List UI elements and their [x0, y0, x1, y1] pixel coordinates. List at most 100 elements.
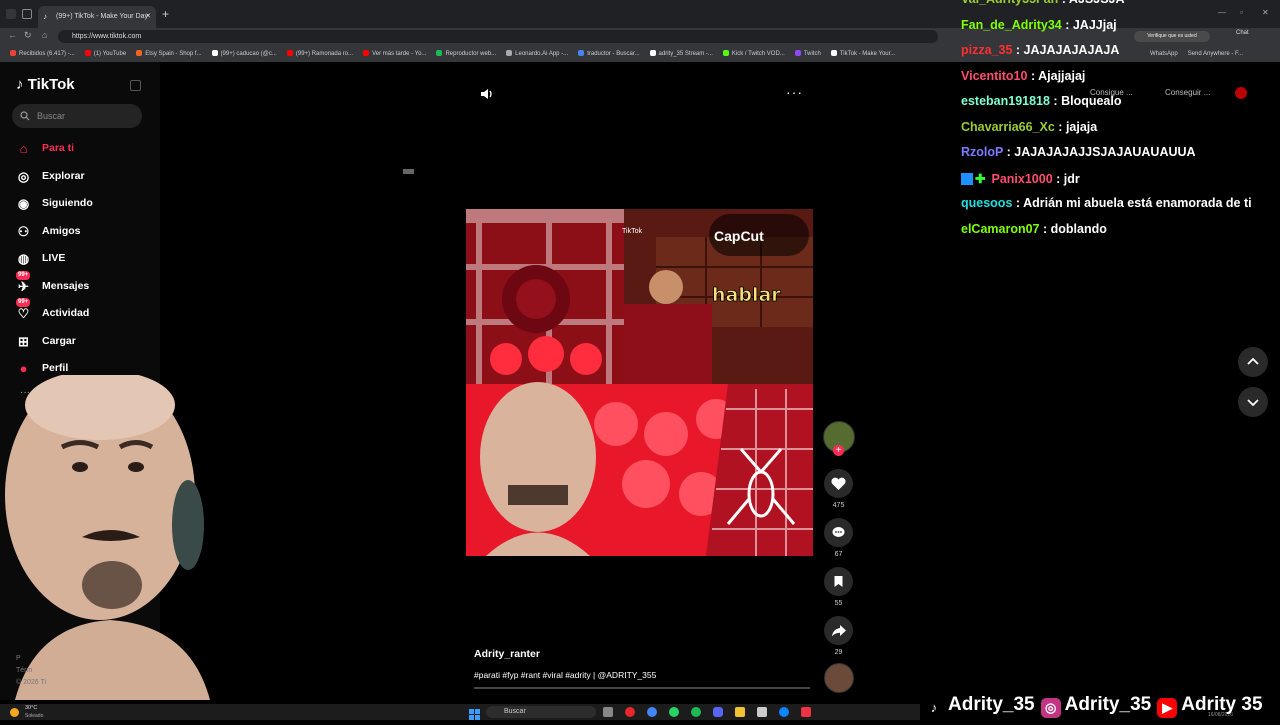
close-window-button[interactable]: ✕: [1262, 8, 1269, 17]
bookmarks-right: WhatsApp Send Anywhere - F...: [1140, 46, 1243, 62]
new-tab-button[interactable]: +: [162, 7, 169, 21]
save-button[interactable]: [824, 567, 853, 596]
chrome-icon[interactable]: [647, 707, 657, 717]
video-author[interactable]: Adrity_ranter: [474, 648, 540, 660]
bookmark-item[interactable]: Reproductor web...: [436, 46, 496, 62]
close-tab-icon[interactable]: ✕: [145, 6, 151, 28]
opera-icon[interactable]: [625, 707, 635, 717]
bookmark-favicon-icon: [136, 50, 143, 56]
bookmark-label: (1) YouTube: [93, 51, 127, 57]
minimize-button[interactable]: —: [1218, 8, 1226, 17]
bookmark-item[interactable]: (1) YouTube: [84, 46, 127, 62]
footer-line-3: © 2026 Ti: [16, 679, 47, 686]
volume-icon[interactable]: [479, 86, 495, 102]
maximize-button[interactable]: ▫: [1240, 8, 1243, 17]
sidebar-item-explorar[interactable]: ◎ Explorar: [16, 165, 156, 187]
comment-button[interactable]: [824, 518, 853, 547]
workspaces-icon[interactable]: [22, 9, 32, 19]
bookmark-label: Reproductor web...: [445, 51, 497, 57]
bookmark-label: (99+) Ramonada ro...: [295, 51, 354, 57]
obs-icon[interactable]: [801, 707, 811, 717]
bookmark-item[interactable]: (99+) caducao (@c...: [211, 46, 277, 62]
search-input[interactable]: Buscar: [12, 104, 142, 128]
sidebar-item-mensajes[interactable]: ✈ Mensajes 99+: [16, 270, 156, 297]
next-video-button[interactable]: [1238, 387, 1268, 417]
sidebar-item-para-ti[interactable]: ⌂ Para ti: [16, 137, 156, 159]
music-disc-avatar[interactable]: [824, 663, 854, 693]
file-explorer-icon[interactable]: [735, 707, 745, 717]
bookmark-item[interactable]: Etsy Spain - Shop f...: [136, 46, 202, 62]
task-view-icon[interactable]: [603, 707, 613, 717]
reload-icon[interactable]: ↻: [24, 30, 32, 41]
bookmark-item[interactable]: Ver más tarde - Yo...: [363, 46, 426, 62]
chat-message: quesoos : Adrián mi abuela está enamorad…: [961, 196, 1252, 210]
chat-username: Chavarria66_Xc: [961, 119, 1055, 134]
sidebar-item-live[interactable]: ◍ LIVE: [16, 247, 156, 269]
bookmark-item[interactable]: adrity_35 Stream -...: [649, 46, 713, 62]
chat-message: pizza_35 : JAJAJAJAJAJA: [961, 43, 1119, 57]
chat-separator: :: [1003, 145, 1015, 159]
save-count: 55: [834, 600, 843, 607]
verify-pill[interactable]: Verifique que es usted: [1134, 31, 1210, 42]
sidebar-item-siguiendo[interactable]: ◉ Siguiendo: [16, 192, 156, 214]
ext-right-link[interactable]: Conseguir ...: [1165, 88, 1210, 97]
whatsapp-icon[interactable]: [669, 707, 679, 717]
url-bar[interactable]: https://www.tiktok.com: [58, 30, 938, 43]
sidebar-item-cargar[interactable]: ⊞ Cargar: [16, 330, 156, 352]
sidebar-item-label: Actividad: [42, 307, 90, 319]
video-options-icon[interactable]: ···: [786, 84, 803, 100]
tiktok-logo[interactable]: ♪ TikTok: [16, 76, 75, 93]
discord-icon[interactable]: [713, 707, 723, 717]
video-progress-bar[interactable]: [474, 687, 810, 689]
chevron-up-icon: [1247, 357, 1259, 365]
like-button[interactable]: [824, 469, 853, 498]
chat-message: ✚ Panix1000 : jdr: [961, 171, 1080, 186]
bookmark-label: Etsy Spain - Shop f...: [145, 51, 202, 57]
windows-start-icon[interactable]: [469, 707, 480, 720]
taskbar-search[interactable]: Buscar: [486, 706, 596, 718]
bookmark-item[interactable]: TikTok - Make Your...: [830, 46, 895, 62]
chat-separator: :: [1058, 0, 1069, 6]
tab-search-icon[interactable]: [6, 9, 16, 19]
sidebar-item-actividad[interactable]: ♡ Actividad 99+: [16, 298, 156, 324]
app-icon[interactable]: [757, 707, 767, 717]
previous-video-button[interactable]: [1238, 347, 1268, 377]
search-placeholder: Buscar: [37, 111, 66, 121]
bookmark-label: Kick / Twitch VOD...: [731, 51, 785, 57]
bookmark-favicon-icon: [830, 50, 837, 56]
collapse-sidebar-icon[interactable]: [130, 80, 141, 91]
home-icon[interactable]: ⌂: [42, 30, 47, 40]
video-player[interactable]: CapCut TikTok hablar: [466, 209, 813, 556]
bookmark-item[interactable]: WhatsApp: [1150, 46, 1178, 62]
streamer-webcam: [5, 370, 210, 700]
following-icon: ◉: [17, 196, 30, 211]
bookmark-item[interactable]: traductor - Buscar...: [578, 46, 640, 62]
back-icon[interactable]: ←: [8, 30, 17, 40]
bookmark-label: adrity_35 Stream -...: [658, 51, 713, 57]
bookmark-item[interactable]: Recibidos (6.417) -...: [10, 46, 75, 62]
share-button[interactable]: [824, 616, 853, 645]
follow-plus-icon[interactable]: +: [833, 445, 844, 456]
chat-message: elCamaron07 : doblando: [961, 222, 1107, 236]
edge-icon[interactable]: [779, 707, 789, 717]
spotify-icon[interactable]: [691, 707, 701, 717]
chat-button[interactable]: Chat: [1236, 30, 1249, 36]
chat-message: Chavarria66_Xc : jajaja: [961, 120, 1097, 134]
bookmark-item[interactable]: Kick / Twitch VOD...: [722, 46, 785, 62]
bookmark-label: (99+) caducao (@c...: [220, 51, 277, 57]
chat-text: AJSJSJA: [1069, 0, 1125, 6]
bookmark-label: Recibidos (6.417) -...: [19, 51, 75, 57]
home-icon: ⌂: [19, 141, 28, 156]
tiktok-watermark: TikTok: [622, 228, 642, 235]
record-icon[interactable]: [1235, 87, 1247, 99]
chat-separator: :: [1054, 119, 1066, 134]
bookmark-item[interactable]: (99+) Ramonada ro...: [286, 46, 354, 62]
tab-tiktok[interactable]: ♪ (99+) TikTok - Make Your Day ✕: [38, 6, 156, 28]
bookmark-favicon-icon: [363, 50, 370, 56]
webcam-overlay: [0, 370, 215, 700]
sidebar-item-amigos[interactable]: ⚇ Amigos: [16, 220, 156, 242]
bookmark-item[interactable]: Send Anywhere - F...: [1188, 46, 1243, 62]
bookmark-item[interactable]: Leonardo.Ai App -...: [506, 46, 568, 62]
bookmark-item[interactable]: Twitch: [794, 46, 821, 62]
chat-text: JAJAJAJAJJSJAJAUAUAUUA: [1014, 145, 1196, 159]
